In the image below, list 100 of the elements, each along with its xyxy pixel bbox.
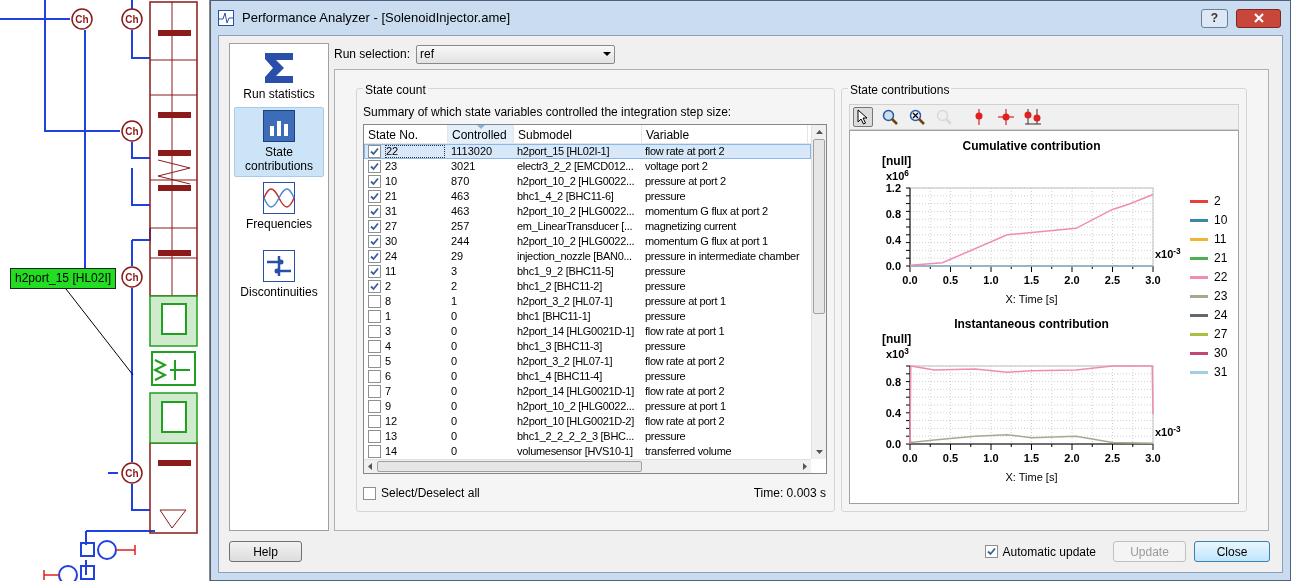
checkbox[interactable] [368,415,381,428]
close-dialog-button[interactable]: Close [1194,541,1270,562]
table-row[interactable]: 6 0 bhc1_4 [BHC11-4] pressure [364,369,811,384]
table-cell-text: 0 [450,309,459,325]
checkbox[interactable] [368,265,381,278]
horizontal-scrollbar[interactable] [364,459,811,473]
checkbox[interactable] [368,325,381,338]
table-cell-text: pressure at port 2 [644,174,727,190]
x-tick-label: 0.5 [942,452,959,464]
table-row[interactable]: 4 0 bhc1_3 [BHC11-3] pressure [364,339,811,354]
table-cell-text: 21 [385,189,398,205]
table-cell-text: bhc1_4_2 [BHC11-6] [516,189,615,205]
table-cell-text: pressure [644,309,687,325]
table-cell-text: bhc1_2 [BHC11-2] [516,279,603,295]
table-cell-text: 0 [450,339,459,355]
table-row[interactable]: 24 29 injection_nozzle [BAN0... pressure in intermediate chamber [364,249,811,264]
scroll-thumb[interactable] [377,461,642,472]
bar-chart-icon [263,110,295,142]
table-row[interactable]: 30 244 h2port_10_2 [HLG0022... momentum G flux at port 1 [364,234,811,249]
nav-item[interactable]: State contributions [234,107,324,177]
checkbox[interactable] [368,250,381,263]
checkbox[interactable] [368,145,381,158]
help-button[interactable]: Help [229,541,302,562]
checkbox[interactable] [368,235,381,248]
checkbox[interactable] [368,445,381,458]
zoom-fit-icon [909,109,925,125]
legend-label: 21 [1214,250,1228,267]
table-cell-text: flow rate at port 2 [644,384,726,400]
table-row[interactable]: 8 1 h2port_3_2 [HL07-1] pressure at port 1 [364,294,811,309]
table-row[interactable]: 14 0 volumesensor [HVS10-1] transferred volume [364,444,811,459]
table-row[interactable]: 3 0 h2port_14 [HLG0021D-1] flow rate at port 1 [364,324,811,339]
scroll-left-icon [368,463,372,470]
table-cell-text: h2port_3_2 [HL07-1] [516,294,614,310]
pointer-icon [856,109,870,125]
checkbox[interactable] [368,160,381,173]
checkbox[interactable] [368,340,381,353]
checkbox[interactable] [368,205,381,218]
y-tick-label: 0.4 [885,234,901,246]
caret-icon [603,52,612,56]
checkbox[interactable] [368,385,381,398]
checkbox[interactable] [368,370,381,383]
checkbox[interactable] [368,295,381,308]
table-row[interactable]: 7 0 h2port_14 [HLG0021D-1] flow rate at port 2 [364,384,811,399]
table-cell-text: 23 [385,159,398,175]
table-row[interactable]: 22 1113020 h2port_15 [HL02I-1] flow rate at port 2 [364,144,811,159]
checkbox[interactable] [368,220,381,233]
column-header[interactable]: Variable [646,129,803,142]
nav-item[interactable]: Discontinuities [234,247,324,303]
table-row[interactable]: 12 0 h2port_10 [HLG0021D-2] flow rate at port 2 [364,414,811,429]
column-header[interactable]: Submodel [518,129,637,142]
checkbox[interactable] [368,400,381,413]
select-all-checkbox[interactable] [363,486,376,500]
auto-update-checkbox[interactable] [984,545,998,558]
table-row[interactable]: 13 0 bhc1_2_2_2_2_3 [BHC... pressure [364,429,811,444]
x-tick-label: 3.0 [1145,452,1161,464]
close-button[interactable] [1236,8,1281,28]
table-row[interactable]: 5 0 h2port_3_2 [HL07-1] flow rate at port 2 [364,354,811,369]
table-cell-text: 7 [385,384,392,400]
table-cell-text: bhc1_9_2 [BHC11-5] [516,264,615,280]
legend-label: 11 [1214,231,1227,248]
table-row[interactable]: 27 257 em_LinearTransducer [... magnetizing current [364,219,811,234]
table-row[interactable]: 11 3 bhc1_9_2 [BHC11-5] pressure [364,264,811,279]
checkbox[interactable] [368,310,381,323]
table-cell-text: 1113020 [450,144,494,160]
toolbar-button[interactable] [907,107,927,127]
table-cell-text: flow rate at port 2 [644,414,726,430]
table-cell-text: 257 [450,219,471,235]
toolbar-button[interactable] [853,107,873,127]
table-cell-text: 3021 [450,159,477,175]
checkbox[interactable] [368,280,381,293]
table-cell-text: 0 [450,429,459,445]
table-cell-text: bhc1 [BHC11-1] [516,309,592,325]
table-cell-text: magnetizing current [644,219,738,235]
table-row[interactable]: 23 3021 electr3_2_2 [EMCD012... voltage port 2 [364,159,811,174]
y-tick-label: 0.0 [885,438,901,450]
vertical-scrollbar[interactable] [811,125,826,459]
table-row[interactable]: 1 0 bhc1 [BHC11-1] pressure [364,309,811,324]
sort-icon [476,125,485,129]
table-row[interactable]: 9 0 h2port_10_2 [HLG0022... pressure at port 1 [364,399,811,414]
table-row[interactable]: 21 463 bhc1_4_2 [BHC11-6] pressure [364,189,811,204]
summary-text: Summary of which state variables controlled the integration step size: [363,104,733,121]
run-selection-dropdown[interactable]: ref [416,44,616,64]
nav-item[interactable]: Frequencies [234,179,324,235]
table-cell-text: h2port_10_2 [HLG0022... [516,234,636,250]
toolbar-button[interactable] [880,107,900,127]
checkbox[interactable] [368,355,381,368]
x-tick-label: 0.5 [942,274,959,286]
help-button[interactable]: ? [1201,8,1228,28]
scroll-right-icon [803,463,807,470]
table-cell-text: 463 [450,189,471,205]
checkbox[interactable] [368,430,381,443]
checkbox[interactable] [368,190,381,203]
table-row[interactable]: 10 870 h2port_10_2 [HLG0022... pressure at port 2 [364,174,811,189]
nav-item[interactable]: Run statistics [234,49,324,105]
table-cell-text: 3 [450,264,459,280]
table-row[interactable]: 31 463 h2port_10_2 [HLG0022... momentum G flux at port 2 [364,204,811,219]
checkbox[interactable] [368,175,381,188]
scroll-thumb[interactable] [813,139,825,314]
table-row[interactable]: 2 2 bhc1_2 [BHC11-2] pressure [364,279,811,294]
column-header[interactable]: State No. [368,129,443,142]
